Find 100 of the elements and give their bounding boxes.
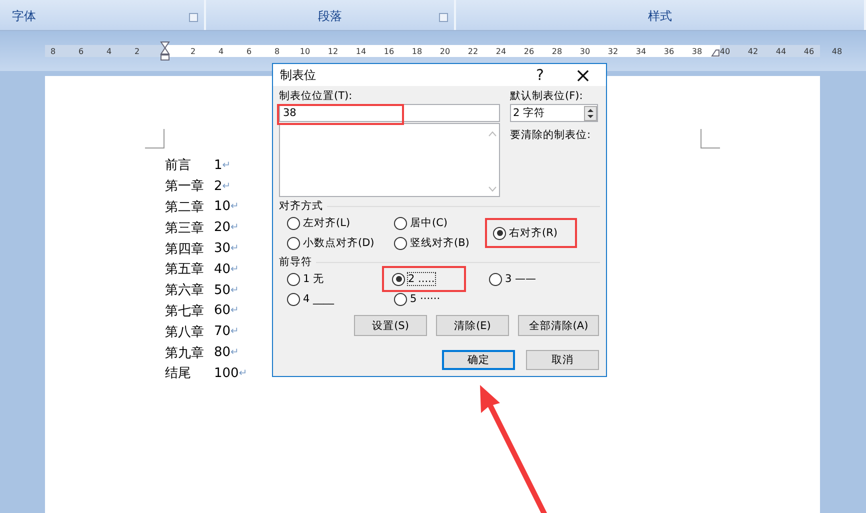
ruler-number: 8 [49, 46, 57, 56]
chapter-title: 第七章 [165, 302, 205, 320]
ruler-number: 8 [273, 46, 281, 56]
chapter-title: 第四章 [165, 240, 205, 258]
dialog-title: 制表位 [280, 66, 317, 84]
paragraph-mark: ↵ [230, 305, 239, 316]
ruler-number: 46 [802, 46, 816, 56]
radio-button[interactable] [287, 216, 300, 230]
ruler-number: 20 [438, 46, 452, 56]
section-label: 前导符 [279, 256, 312, 269]
chapter-title: 第三章 [165, 220, 205, 237]
page-number: 100 [214, 366, 239, 381]
corner-mark-icon [700, 129, 720, 149]
ruler-number: 2 [189, 46, 197, 56]
dialog-button[interactable]: 全部清除(A) [518, 315, 599, 336]
indent-marker-icon[interactable] [160, 41, 170, 61]
page-number: 20 [214, 220, 231, 236]
ruler-number: 2 [133, 46, 141, 56]
radio-label[interactable]: 5 ······ [410, 293, 440, 305]
group-label: 字体 [12, 8, 36, 25]
close-button[interactable]: × [560, 62, 606, 88]
page-number: 40 [214, 262, 231, 277]
ruler-number: 14 [354, 46, 368, 56]
paragraph-mark: ↵ [238, 368, 248, 379]
chapter-title: 第二章 [165, 198, 205, 216]
ruler-number: 4 [217, 46, 225, 56]
radio-button[interactable] [394, 216, 407, 230]
radio-button[interactable] [493, 226, 506, 240]
radio-label[interactable]: 2 ..... [408, 273, 435, 285]
ruler-number: 34 [634, 46, 648, 56]
radio-label[interactable]: 左对齐(L) [303, 216, 350, 230]
dialog-button[interactable]: 清除(E) [436, 315, 509, 336]
page-number: 2 [214, 178, 222, 194]
field-label: 制表位位置(T): [279, 89, 354, 103]
ruler-number: 48 [830, 46, 844, 56]
group-label: 样式 [648, 8, 672, 25]
ruler-number: 26 [522, 46, 536, 56]
group-label: 段落 [318, 8, 342, 25]
page-number: 80 [214, 345, 231, 360]
radio-label[interactable]: 小数点对齐(D) [303, 236, 374, 250]
paragraph-mark: ↵ [230, 201, 239, 212]
ruler-number: 22 [466, 46, 480, 56]
ok-button[interactable]: 确定 [442, 350, 515, 370]
radio-label[interactable]: 3 —— [505, 273, 536, 285]
spin-arrows-icon[interactable] [584, 106, 597, 120]
spinner-value: 2 字符 [512, 106, 546, 120]
cancel-button[interactable]: 取消 [526, 350, 599, 370]
ruler-number: 18 [410, 46, 424, 56]
chapter-title: 结尾 [165, 365, 192, 382]
ruler-number: 28 [550, 46, 564, 56]
radio-label[interactable]: 1 无 [303, 272, 324, 286]
paragraph-mark: ↵ [230, 243, 239, 254]
tab-position-field[interactable]: 38 [279, 104, 500, 122]
radio-button[interactable] [392, 272, 405, 286]
paragraph-mark: ↵ [230, 326, 239, 338]
ruler-number: 38 [690, 46, 704, 56]
help-button[interactable]: ? [520, 62, 560, 88]
chapter-title: 前言 [165, 157, 192, 174]
radio-label[interactable]: 4 ____ [303, 293, 334, 305]
radio-button[interactable] [287, 292, 300, 306]
radio-button[interactable] [287, 236, 300, 250]
paragraph-mark: ↵ [230, 222, 239, 234]
paragraph-mark: ↵ [230, 284, 239, 296]
radio-button[interactable] [287, 272, 300, 286]
paragraph-mark: ↵ [230, 264, 239, 275]
ruler-number: 12 [326, 46, 340, 56]
page-number: 10 [214, 199, 231, 214]
radio-label[interactable]: 居中(C) [410, 216, 448, 230]
dialog-button[interactable]: 设置(S) [354, 315, 427, 336]
ruler-number: 36 [662, 46, 676, 56]
ruler-number: 30 [578, 46, 592, 56]
ruler-number: 32 [606, 46, 620, 56]
page-number: 1 [214, 158, 222, 173]
page-number: 70 [214, 324, 231, 340]
ruler-number: 6 [77, 46, 85, 56]
page-number: 50 [214, 282, 231, 298]
radio-button[interactable] [489, 272, 502, 286]
chapter-title: 第六章 [165, 282, 205, 300]
chapter-title: 第八章 [165, 324, 205, 341]
page-number: 30 [214, 241, 231, 256]
default-tab-spinner[interactable]: 2 字符 [510, 104, 598, 122]
paragraph-mark: ↵ [222, 160, 231, 171]
right-indent-icon[interactable] [711, 48, 720, 56]
chapter-title: 第五章 [165, 261, 205, 278]
ruler-number: 42 [746, 46, 760, 56]
ruler-number: 24 [494, 46, 508, 56]
ruler-number: 6 [245, 46, 253, 56]
ruler-number: 40 [711, 46, 739, 56]
radio-button[interactable] [394, 236, 407, 250]
section-label: 对齐方式 [279, 200, 323, 213]
paragraph-mark: ↵ [230, 347, 239, 358]
radio-label[interactable]: 竖线对齐(B) [410, 236, 470, 250]
field-label: 默认制表位(F): [510, 89, 584, 103]
chapter-title: 第九章 [165, 344, 205, 362]
radio-button[interactable] [394, 292, 407, 306]
radio-label[interactable]: 右对齐(R) [509, 226, 558, 240]
ruler-number: 16 [382, 46, 396, 56]
clear-label: 要清除的制表位: [510, 128, 592, 142]
page-number: 60 [214, 303, 231, 318]
paragraph-mark: ↵ [222, 180, 231, 192]
